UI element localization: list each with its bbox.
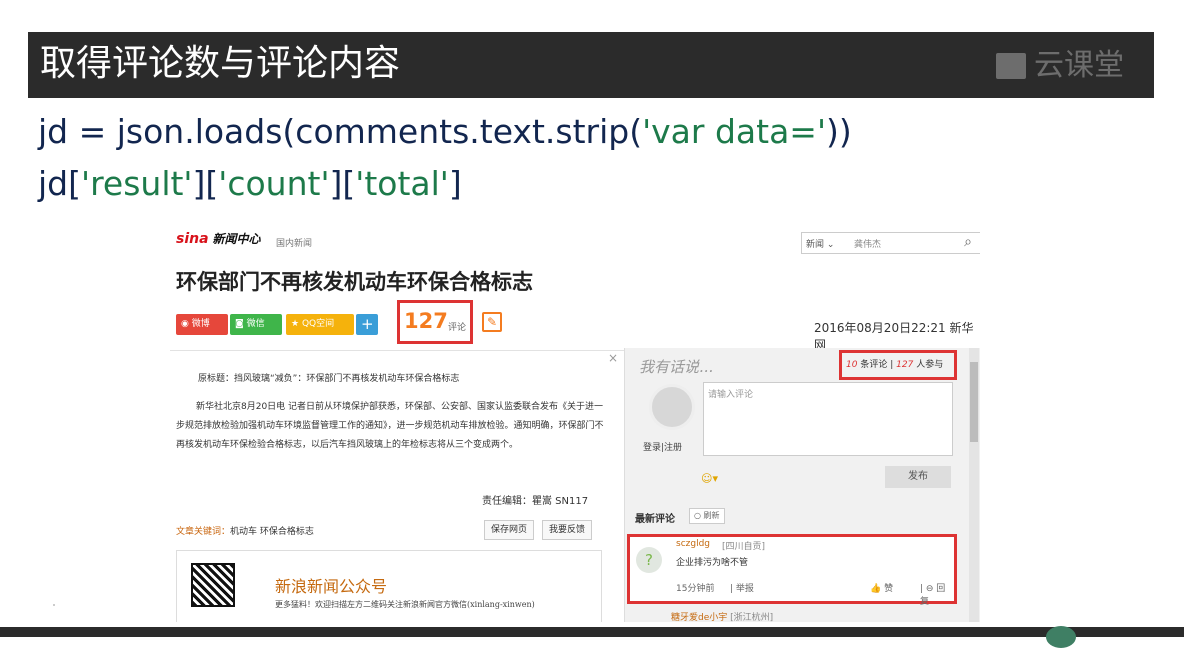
code-part: jd[: [38, 164, 81, 203]
close-icon[interactable]: ×: [608, 351, 618, 365]
article-headline: 环保部门不再核发机动车环保合格标志: [176, 270, 533, 294]
comment-stats-highlight: 10 条评论 | 127 人参与: [839, 350, 957, 380]
comment-location: [四川自贡]: [722, 542, 766, 552]
comment-user[interactable]: sczgldg: [676, 539, 710, 549]
comment-panel: × 我有话说... 10 条评论 | 127 人参与 登录|注册 请输入评论 ☺…: [608, 348, 980, 622]
slide-header: 取得评论数与评论内容 云课堂: [28, 32, 1154, 98]
refresh-button[interactable]: ○ 刷新: [689, 508, 725, 524]
scrollbar[interactable]: [969, 348, 979, 622]
avatar: [649, 384, 695, 430]
post-button[interactable]: 发布: [885, 466, 951, 488]
search-category-select[interactable]: 新闻 ⌄: [806, 237, 834, 250]
user-avatar-icon: ?: [636, 547, 662, 573]
course-logo: 云课堂: [996, 48, 1124, 84]
code-part: ][: [329, 164, 356, 203]
brand-text: sina: [176, 231, 209, 247]
wechat-promo: 新浪新闻公众号 更多猛料！欢迎扫描左方二维码关注新浪新闻官方微信(xinlang…: [176, 550, 602, 622]
comment-input[interactable]: 请输入评论: [703, 382, 953, 456]
share-qzone-button[interactable]: ★ QQ空间: [286, 314, 354, 335]
code-string: 'count': [218, 164, 330, 203]
comment-time: 15分钟前: [676, 584, 715, 594]
login-register-link[interactable]: 登录|注册: [643, 440, 682, 453]
promo-title: 新浪新闻公众号: [275, 577, 388, 596]
article-subtitle: 原标题：挡风玻璃“减负”：环保部门不再核发机动车环保合格标志: [198, 374, 460, 384]
code-part: ][: [192, 164, 219, 203]
article-keywords: 文章关键词：机动车 环保合格标志: [176, 524, 314, 537]
promo-description: 更多猛料！欢迎扫描左方二维码关注新浪新闻官方微信(xinlang-xinwen): [275, 600, 535, 609]
emoji-icon[interactable]: ☺▾: [701, 472, 718, 485]
code-part: jd = json.loads(comments.text.strip(: [38, 112, 643, 151]
share-label: 微博: [191, 319, 210, 329]
search-input[interactable]: 龚伟杰: [854, 237, 881, 250]
reply-button[interactable]: | ⊖ 回复: [920, 581, 954, 607]
comment-count-highlight[interactable]: 127 评论: [397, 300, 473, 344]
next-comment-preview: 糖牙爱de小宇 [浙江杭州]: [671, 610, 773, 622]
share-label: QQ空间: [301, 319, 335, 329]
share-label: 微信: [246, 319, 265, 329]
code-part: )): [826, 112, 852, 151]
save-page-button[interactable]: 保存网页: [484, 520, 535, 540]
logo-icon: [996, 53, 1026, 79]
like-button[interactable]: 👍 赞: [870, 581, 893, 594]
comment-text: 企业排污为啥不管: [676, 558, 749, 568]
code-string: 'var data=': [642, 112, 827, 151]
next-comment-location: [浙江杭州]: [730, 613, 774, 622]
comment-count-label: 评论: [448, 323, 467, 333]
sina-logo[interactable]: sina 新闻中心: [176, 230, 261, 247]
stats-people-label: 人参与: [916, 360, 944, 370]
article-editor: 责任编辑：瞿嵩 SN117: [482, 496, 589, 507]
keywords-label: 文章关键词：: [176, 527, 231, 537]
report-link[interactable]: | 举报: [730, 581, 754, 594]
comment-count: 127: [404, 309, 448, 333]
next-comment-user[interactable]: 糖牙爱de小宇: [671, 613, 727, 622]
logo-text: 云课堂: [1034, 48, 1124, 83]
code-string: 'result': [81, 164, 193, 203]
stats-people: 127: [896, 360, 914, 370]
stats-count: 10: [846, 360, 858, 370]
footer-bar: [0, 627, 1184, 637]
search-select-value: 新闻: [806, 240, 825, 250]
channel-link[interactable]: 国内新闻: [276, 236, 312, 249]
feedback-button[interactable]: 我要反馈: [542, 520, 593, 540]
share-weibo-button[interactable]: ◉ 微博: [176, 314, 228, 335]
stats-count-label: 条评论: [860, 360, 888, 370]
keywords-value[interactable]: 机动车 环保合格标志: [230, 527, 314, 537]
comment-item-highlight: ? sczgldg [四川自贡] 企业排污为啥不管 15分钟前 | 举报 👍 赞…: [627, 534, 957, 607]
article-body: 新华社北京8月20日电 记者日前从环境保护部获悉，环保部、公安部、国家认监委联合…: [176, 402, 604, 450]
qr-code-icon: [191, 563, 235, 607]
comment-hint: 我有话说...: [639, 358, 714, 376]
search-box[interactable]: 新闻 ⌄ 龚伟杰 ⌕: [801, 232, 980, 254]
share-more-button[interactable]: +: [356, 314, 378, 335]
code-string: 'total': [355, 164, 449, 203]
slide-title: 取得评论数与评论内容: [40, 43, 401, 84]
latest-comments-label: 最新评论: [635, 514, 675, 525]
corner-badge: [1046, 626, 1076, 648]
brand-sub: 新闻中心: [212, 232, 261, 246]
edit-icon[interactable]: ✎: [482, 312, 502, 332]
code-line-1: jd = json.loads(comments.text.strip('var…: [38, 112, 852, 151]
code-line-2: jd['result']['count']['total']: [38, 164, 462, 203]
scrollbar-thumb[interactable]: [970, 362, 978, 442]
code-part: ]: [448, 164, 462, 203]
news-page-screenshot: sina 新闻中心 国内新闻 新闻 ⌄ 龚伟杰 ⌕ 环保部门不再核发机动车环保合格…: [170, 222, 980, 622]
stats-separator: |: [890, 360, 894, 370]
decorative-dot: [53, 604, 55, 606]
search-icon[interactable]: ⌕: [964, 234, 972, 250]
share-wechat-button[interactable]: ◙ 微信: [230, 314, 282, 335]
